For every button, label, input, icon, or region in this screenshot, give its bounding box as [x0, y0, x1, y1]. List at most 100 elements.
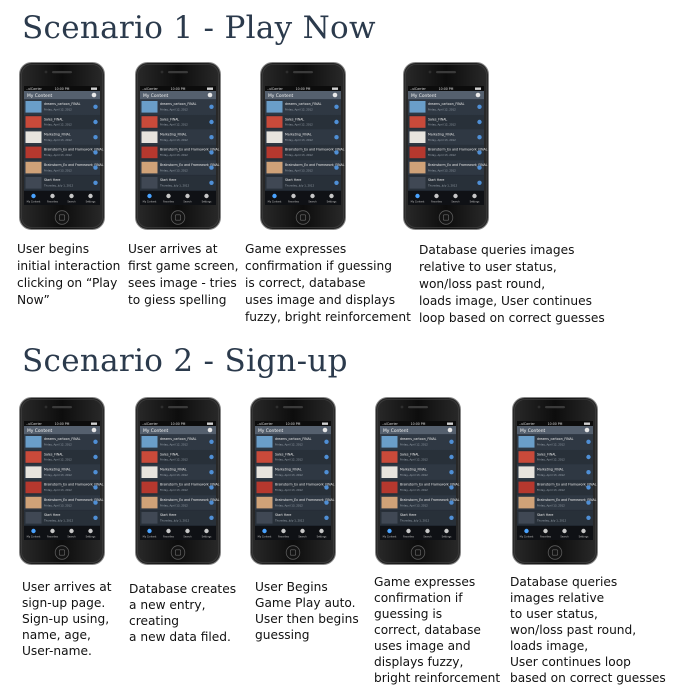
tab-label: Settings — [86, 536, 97, 539]
scenario-1-step-1-caption: User begins initial interaction clicking… — [17, 242, 121, 307]
gear-icon — [472, 193, 477, 199]
row-indicator-icon — [93, 470, 98, 475]
thumbnail — [266, 101, 283, 113]
row-date: Thursday, July 1, 2012 — [537, 519, 566, 523]
time-label: 10:00 PM — [439, 87, 454, 91]
carrier-label: ..ulCarrier — [410, 87, 427, 91]
screen-title: My Content — [143, 93, 169, 99]
person-icon — [524, 528, 529, 534]
row-title: dreams_cartoon_FINAL — [44, 437, 81, 441]
content-row: Start Here Thursday, July 1, 2012 — [24, 510, 100, 526]
star-icon — [50, 528, 55, 534]
tab-label: My Content — [258, 536, 272, 539]
row-title: Marketing_FINAL — [285, 133, 312, 137]
gear-icon — [88, 193, 93, 199]
scenario-1-heading: Scenario 1 - Play Now — [22, 10, 376, 46]
thumbnail — [256, 481, 273, 494]
row-indicator-icon — [449, 485, 454, 490]
content-row: Brainstorm_Ex and Framework_FINALFriday,… — [24, 495, 104, 510]
row-title: Marketing_FINAL — [400, 468, 427, 472]
phone-mockup: ..ulCarrier 10:00 PM My Content dreams_c… — [260, 62, 346, 230]
content-row: dreams_cartoon_FINAL Friday, April 12, 20… — [140, 434, 216, 450]
thumbnail — [25, 496, 42, 509]
thumbnail — [381, 436, 398, 448]
gear-icon — [444, 528, 449, 534]
phone-graphic: ..ulCarrier 10:00 PM My Content dreams_c… — [250, 397, 336, 565]
row-date: Friday, April 12, 2012 — [44, 443, 72, 447]
row-indicator-icon — [477, 104, 482, 109]
star-icon — [543, 528, 548, 534]
row-title: Start Here — [428, 178, 444, 182]
tab-label: Favorites — [540, 536, 552, 539]
phone-graphic: ..ulCarrier 10:00 PM My Content dreams_c… — [403, 62, 489, 230]
content-row: Sales_FINAL Friday, April 12, 2012 — [140, 449, 216, 465]
row-title: Sales_FINAL — [275, 452, 294, 456]
person-icon — [415, 193, 420, 199]
row-date: Friday, April 12, 2012 — [160, 123, 188, 127]
thumbnail — [25, 177, 42, 189]
star-icon — [281, 528, 286, 534]
tab-label: Search — [183, 201, 192, 204]
row-indicator-icon — [93, 165, 98, 170]
content-row: Marketing_FINALFriday, April 13, 2012 — [24, 129, 100, 145]
phone-mockup: ..ulCarrier 10:00 PM My Content dreams_c… — [19, 62, 105, 230]
tab-label: Settings — [470, 201, 481, 204]
row-title: Start Here — [160, 513, 176, 517]
row-indicator-icon — [586, 485, 591, 490]
row-indicator-icon — [209, 165, 214, 170]
tab-label: Search — [183, 536, 192, 539]
row-date: Friday, April 13, 2012 — [400, 503, 428, 507]
row-indicator-icon — [334, 104, 339, 109]
row-date: Friday, April 13, 2012 — [44, 488, 72, 492]
row-date: Friday, April 13, 2012 — [285, 153, 313, 157]
row-title: Start Here — [44, 513, 60, 517]
content-row: Marketing_FINALFriday, April 13, 2012 — [517, 464, 593, 480]
phone-graphic: ..ulCarrier 10:00 PM My Content dreams_c… — [260, 62, 346, 230]
row-date: Friday, April 13, 2012 — [285, 138, 313, 142]
person-icon — [272, 193, 277, 199]
tab-label: Search — [308, 201, 317, 204]
gear-icon — [319, 528, 324, 534]
gear-icon — [88, 528, 93, 534]
person-icon — [387, 528, 392, 534]
content-row: dreams_cartoon_FINAL Friday, April 12, 20… — [140, 99, 216, 115]
scenario-1-step-4-caption: Database queries images relative to user… — [419, 243, 605, 325]
content-row: dreams_cartoon_FINAL Friday, April 12, 20… — [408, 99, 484, 115]
row-title: dreams_cartoon_FINAL — [160, 437, 197, 441]
row-date: Thursday, July 1, 2012 — [285, 184, 314, 188]
content-row: Marketing_FINALFriday, April 13, 2012 — [408, 129, 484, 145]
tab-label: Settings — [327, 201, 338, 204]
thumbnail — [25, 512, 42, 524]
row-date: Friday, April 13, 2012 — [160, 138, 188, 142]
content-row: Brainstorm_Ex and Framework_FINALFriday,… — [265, 145, 345, 160]
tab-label: Search — [298, 536, 307, 539]
row-indicator-icon — [324, 439, 329, 444]
content-row: Brainstorm_Ex and Framework_FINALFriday,… — [255, 495, 335, 510]
row-date: Friday, April 12, 2012 — [275, 458, 303, 462]
row-date: Friday, April 12, 2012 — [285, 123, 313, 127]
thumbnail — [266, 177, 283, 189]
row-title: Marketing_FINAL — [428, 133, 455, 137]
row-date: Thursday, July 1, 2012 — [44, 184, 73, 188]
screen-title: My Content — [520, 428, 546, 434]
tab-label: Favorites — [163, 201, 175, 204]
row-title: Marketing_FINAL — [160, 133, 187, 137]
row-indicator-icon — [324, 454, 329, 460]
row-date: Thursday, July 1, 2012 — [160, 519, 189, 523]
row-indicator-icon — [93, 180, 98, 185]
row-date: Friday, April 13, 2012 — [537, 503, 565, 507]
tab-label: My Content — [27, 201, 41, 204]
content-row: Marketing_FINALFriday, April 13, 2012 — [24, 464, 100, 480]
time-label: 10:00 PM — [171, 87, 186, 91]
thumbnail — [409, 161, 426, 174]
row-indicator-icon — [586, 439, 591, 444]
star-icon — [406, 528, 411, 534]
thumbnail — [256, 466, 273, 478]
content-row: Brainstorm_Ex and Framework_FINALFriday,… — [140, 145, 220, 160]
phone-mockup: ..ulCarrier 10:00 PM My Content dreams_c… — [135, 62, 221, 230]
row-title: Sales_FINAL — [285, 117, 304, 121]
screen-title: My Content — [27, 93, 53, 99]
row-date: Friday, April 13, 2012 — [44, 473, 72, 477]
row-title: Start Here — [44, 178, 60, 182]
row-title: dreams_cartoon_FINAL — [160, 102, 197, 106]
